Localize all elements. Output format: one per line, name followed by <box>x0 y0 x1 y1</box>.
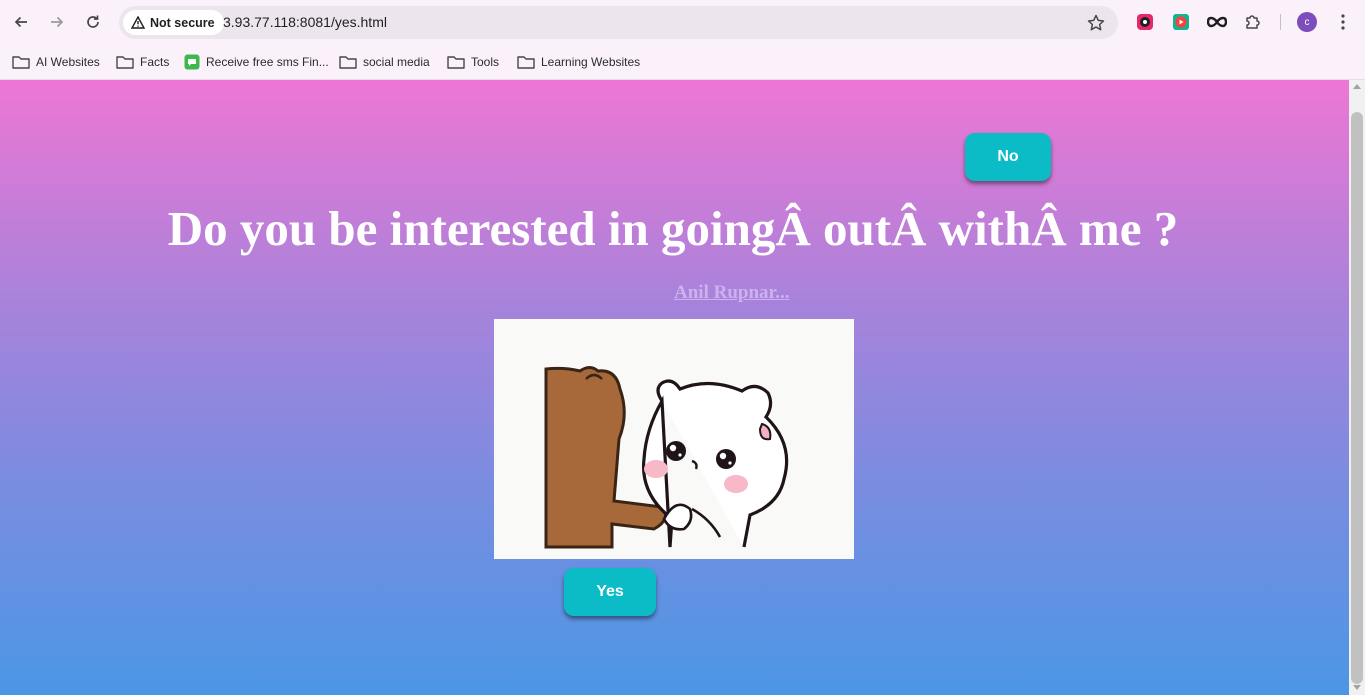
extension-infinity-icon[interactable] <box>1206 11 1228 33</box>
page-scrollbar[interactable] <box>1349 80 1365 695</box>
folder-icon <box>447 56 465 69</box>
bookmark-label: Tools <box>471 55 500 69</box>
author-link[interactable]: Anil Rupnar... <box>674 282 789 304</box>
cute-bears-image <box>494 319 854 559</box>
reload-button[interactable] <box>81 10 105 34</box>
bookmark-label: Learning Websites <box>541 55 641 69</box>
folder-icon <box>12 56 30 69</box>
bookmark-learning-websites[interactable]: Learning Websites <box>517 51 640 73</box>
bears-illustration <box>544 366 789 549</box>
bookmark-tools[interactable]: Tools <box>447 51 499 73</box>
browser-menu-icon[interactable] <box>1332 11 1354 33</box>
folder-icon <box>339 56 357 69</box>
extension-screen-recorder-icon[interactable] <box>1134 11 1156 33</box>
address-bar[interactable]: Not secure 3.93.77.118:8081/yes.html <box>119 6 1118 39</box>
yes-button[interactable]: Yes <box>564 568 656 616</box>
toolbar-divider <box>1280 14 1281 30</box>
folder-icon <box>517 56 535 69</box>
scrollbar-thumb[interactable] <box>1351 112 1363 684</box>
security-label: Not secure <box>150 15 215 30</box>
profile-avatar[interactable]: c <box>1297 12 1317 32</box>
no-button[interactable]: No <box>965 133 1051 181</box>
extensions-puzzle-icon[interactable] <box>1242 11 1264 33</box>
bookmark-label: AI Websites <box>36 55 100 69</box>
back-arrow-icon <box>14 16 27 28</box>
bookmark-receive-free-sms[interactable]: Receive free sms Fin... <box>184 51 329 73</box>
bookmark-social-media[interactable]: social media <box>339 51 430 73</box>
reload-icon <box>87 15 99 28</box>
forward-arrow-icon <box>51 16 64 28</box>
bookmark-ai-websites[interactable]: AI Websites <box>12 51 100 73</box>
bookmark-label: Receive free sms Fin... <box>206 55 329 69</box>
bookmarks-bar: AI Websites Facts Receive free sms Fin..… <box>0 44 1365 80</box>
bookmark-label: Facts <box>140 55 170 69</box>
bookmark-label: social media <box>363 55 430 69</box>
forward-button[interactable] <box>45 10 69 34</box>
url-text[interactable]: 3.93.77.118:8081/yes.html <box>223 14 387 30</box>
bookmark-star-icon[interactable] <box>1086 13 1106 33</box>
page-question-heading: Do you be interested in goingÂ outÂ with… <box>167 201 1179 256</box>
sms-site-icon <box>184 54 200 70</box>
security-chip[interactable]: Not secure <box>123 10 224 35</box>
scroll-up-arrow-icon[interactable] <box>1353 84 1361 89</box>
warning-icon <box>131 16 145 29</box>
bookmark-facts[interactable]: Facts <box>116 51 169 73</box>
extension-video-icon[interactable] <box>1170 11 1192 33</box>
scroll-down-arrow-icon[interactable] <box>1353 685 1361 690</box>
folder-icon <box>116 56 134 69</box>
browser-toolbar: Not secure 3.93.77.118:8081/yes.html c <box>0 0 1365 44</box>
back-button[interactable] <box>9 10 33 34</box>
page-viewport: No Do you be interested in goingÂ outÂ w… <box>0 80 1349 695</box>
